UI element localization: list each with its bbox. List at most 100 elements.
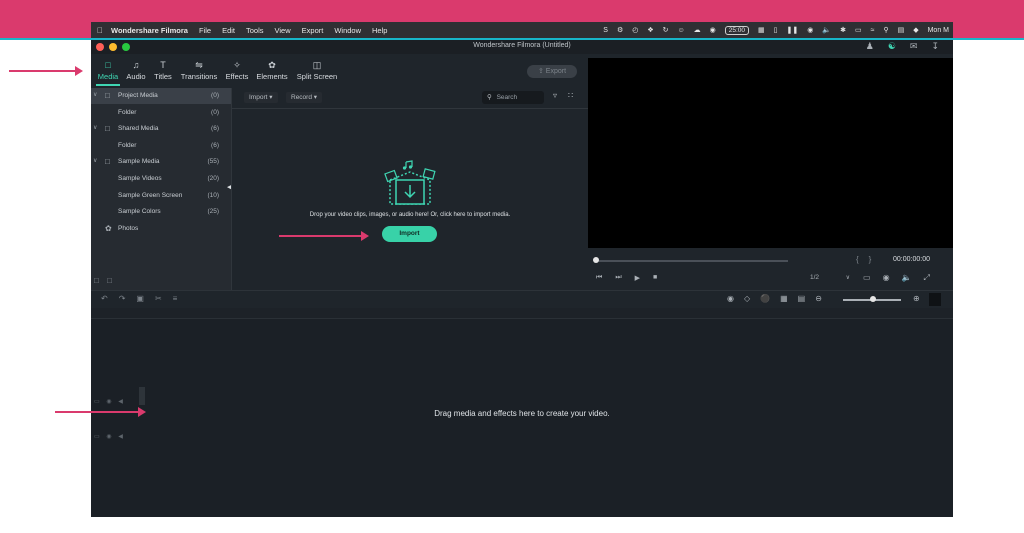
zoom-out-icon[interactable]: ⊖	[815, 294, 822, 303]
menu-file[interactable]: File	[199, 26, 211, 35]
support-headset-icon[interactable]: ☯	[888, 41, 896, 52]
cut-icon[interactable]: ✂	[155, 294, 162, 303]
sidebar-item-sample-colors[interactable]: Sample Colors (25)	[91, 204, 231, 220]
tab-transitions[interactable]: ⇋ Transitions	[179, 60, 219, 81]
export-button[interactable]: ⇪ Export	[527, 65, 577, 78]
preview-scale-select[interactable]: 1/2 ∨	[810, 274, 850, 281]
volume-icon[interactable]: 🔈	[902, 273, 912, 283]
bug-icon[interactable]: ◉	[807, 26, 813, 34]
sidebar-item-shared-media[interactable]: ∨ □ Shared Media (6)	[91, 121, 231, 137]
grid-view-icon[interactable]: ∷	[568, 91, 573, 100]
mute-track-icon[interactable]: ◀	[118, 434, 123, 440]
mute-track-icon[interactable]: ◀	[118, 399, 123, 405]
pause-status-icon[interactable]: ❚❚	[787, 26, 799, 34]
mixer-icon[interactable]: ▦	[780, 294, 788, 303]
dropbox-icon[interactable]: ❖	[647, 26, 653, 34]
new-folder-icon[interactable]: □	[94, 276, 99, 285]
eye-icon[interactable]: ◉	[106, 434, 111, 440]
sidebar-item-sample-green-screen[interactable]: Sample Green Screen (10)	[91, 188, 231, 204]
adjust-icon[interactable]: ≡	[173, 294, 178, 303]
open-folder-icon[interactable]: □	[107, 276, 112, 285]
sidebar-item-shared-folder[interactable]: Folder (6)	[91, 138, 231, 154]
sidebar-item-folder[interactable]: Folder (0)	[91, 105, 231, 121]
tab-audio[interactable]: ♫ Audio	[125, 60, 147, 81]
tab-effects[interactable]: ✧ Effects	[224, 60, 250, 81]
compass-icon[interactable]: ◉	[710, 26, 716, 34]
sidebar-item-sample-media[interactable]: ∨ □ Sample Media (55)	[91, 154, 231, 170]
siri-icon[interactable]: ◆	[913, 26, 918, 34]
chevron-down-icon[interactable]: ∨	[93, 91, 97, 98]
tab-elements[interactable]: ✿ Elements	[255, 60, 289, 81]
preview-scrubber-track[interactable]	[596, 260, 788, 262]
apple-icon[interactable]: 	[97, 26, 103, 35]
account-icon[interactable]: ♟	[866, 41, 874, 52]
preview-scrubber-handle[interactable]	[593, 257, 599, 263]
annotation-arrow-timeline	[55, 407, 146, 417]
menu-tools[interactable]: Tools	[246, 26, 264, 35]
menu-window[interactable]: Window	[334, 26, 361, 35]
timeline-settings-icon[interactable]	[929, 293, 941, 306]
render-icon[interactable]: ◉	[727, 294, 734, 303]
fullscreen-icon[interactable]: ⤢	[924, 273, 930, 283]
lock-track-icon[interactable]: ▭	[94, 399, 100, 405]
menu-edit[interactable]: Edit	[222, 26, 235, 35]
import-dropdown[interactable]: Import ▾	[244, 92, 278, 103]
record-dropdown[interactable]: Record ▾	[286, 92, 323, 103]
download-icon[interactable]: ↧	[931, 41, 939, 52]
spotlight-search-icon[interactable]: ⚲	[883, 26, 888, 34]
play-icon[interactable]: ▶	[635, 274, 640, 282]
menu-help[interactable]: Help	[372, 26, 387, 35]
preview-player[interactable]	[588, 58, 953, 248]
timeline-ruler[interactable]	[91, 308, 953, 319]
undo-icon[interactable]: ↶	[101, 294, 108, 303]
redo-icon[interactable]: ↷	[119, 294, 126, 303]
tab-media[interactable]: □ Media	[96, 60, 120, 86]
step-back-icon[interactable]: ⏮	[596, 274, 602, 282]
subtitle-icon[interactable]: ▤	[798, 294, 806, 303]
mark-in-out-brackets-icon[interactable]: {}	[856, 255, 881, 264]
face-icon[interactable]: ☺	[678, 27, 685, 34]
sync-icon[interactable]: ↻	[663, 26, 669, 34]
sidebar-item-photos[interactable]: ✿ Photos	[91, 221, 231, 237]
zoom-in-icon[interactable]: ⊕	[913, 294, 920, 303]
sidebar-item-project-media[interactable]: ∨ □ Project Media (0)	[91, 88, 231, 104]
snapshot-icon[interactable]: ◉	[883, 273, 890, 283]
import-dropdown-label: Import	[249, 94, 268, 101]
import-button[interactable]: Import	[382, 226, 437, 242]
sidebar-item-sample-videos[interactable]: Sample Videos (20)	[91, 171, 231, 187]
chevron-down-icon[interactable]: ∨	[93, 157, 97, 164]
lock-track-icon[interactable]: ▭	[94, 434, 100, 440]
s-status-icon[interactable]: S	[603, 27, 608, 34]
filter-icon[interactable]: ▿	[553, 91, 557, 100]
battery-icon[interactable]: ▭	[855, 26, 862, 34]
stop-icon[interactable]: ■	[653, 274, 657, 282]
drop-media-hint[interactable]: Drop your video clips, images, or audio …	[232, 212, 588, 218]
search-input[interactable]: ⚲ Search	[482, 91, 544, 104]
display-icon[interactable]: ▭	[863, 273, 871, 283]
timeline-area[interactable]: ▭ ◉ ◀ ▭ ◉ ◀ Drag media and effects here …	[91, 308, 953, 517]
step-forward-icon[interactable]: ⏭	[615, 274, 621, 282]
eye-icon[interactable]: ◉	[106, 399, 111, 405]
control-center-icon[interactable]: ▤	[898, 26, 905, 34]
bluetooth-icon[interactable]: ✱	[840, 26, 846, 34]
cloud-icon[interactable]: ☁	[694, 26, 701, 34]
tab-split-screen[interactable]: ◫ Split Screen	[295, 60, 339, 81]
wifi-icon[interactable]: ≈	[871, 27, 875, 34]
microphone-icon[interactable]: ⚫	[760, 294, 770, 303]
menu-view[interactable]: View	[275, 26, 291, 35]
phone-icon[interactable]: ▯	[774, 26, 778, 34]
playhead-marker[interactable]	[139, 387, 145, 405]
grid-status-icon[interactable]: ▦	[758, 26, 765, 34]
chevron-down-icon[interactable]: ∨	[93, 124, 97, 131]
shield-icon[interactable]: ◇	[744, 294, 750, 303]
gear-status-icon[interactable]: ⚙	[617, 26, 623, 34]
timer-badge[interactable]: 25:00	[724, 25, 750, 35]
menu-export[interactable]: Export	[302, 26, 324, 35]
zoom-slider-handle[interactable]	[870, 296, 876, 302]
message-icon[interactable]: ✉	[910, 41, 918, 52]
volume-status-icon[interactable]: 🔈	[822, 26, 831, 34]
menu-app-name[interactable]: Wondershare Filmora	[111, 26, 188, 35]
tab-titles[interactable]: T Titles	[152, 60, 174, 81]
delete-icon[interactable]: ▣	[136, 294, 144, 303]
clock-status-icon[interactable]: ◴	[632, 26, 638, 34]
